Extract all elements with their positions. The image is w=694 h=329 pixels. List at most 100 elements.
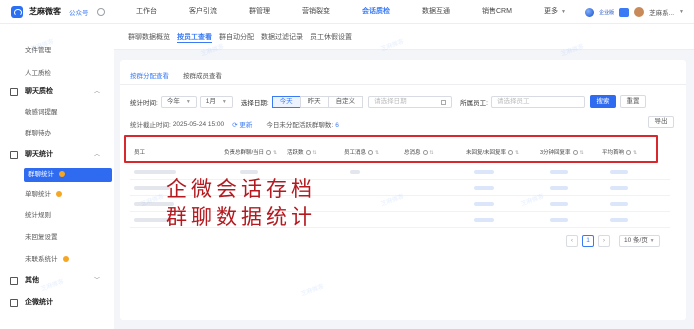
help-icon[interactable]: [508, 150, 514, 156]
year-select[interactable]: 今年 ▼: [160, 96, 197, 108]
chevron-down-icon: ▼: [185, 99, 191, 105]
blurred-cell: [610, 202, 628, 206]
pagination: ‹ 1 › 10 条/页 ▼: [566, 235, 660, 247]
pending-count[interactable]: 6: [335, 122, 339, 129]
date-option-today[interactable]: 今天: [271, 96, 301, 108]
top-right-area: 企业版 芝麻系... ▼: [585, 0, 684, 24]
column-header-label: 3分钟回复率: [540, 150, 571, 156]
page-size-select[interactable]: 10 条/页 ▼: [619, 235, 660, 247]
blurred-cell: [610, 218, 628, 222]
subtab-by-group-member[interactable]: 按群成员查看: [183, 70, 222, 80]
export-button[interactable]: 导出: [648, 116, 674, 128]
topnav-item-more[interactable]: 更多 ▼: [542, 0, 568, 24]
column-header-label: 负责总群聊/当日: [224, 150, 265, 156]
sidebar-group-label: 聊天统计: [25, 151, 53, 158]
time-label: 统计时间:: [130, 100, 158, 107]
logo[interactable]: 芝麻微客 公众号: [0, 5, 120, 18]
sidebar-group-chat-statistics[interactable]: 聊天统计 ︿: [0, 148, 114, 162]
tab-by-employee[interactable]: 按员工查看: [177, 32, 212, 42]
column-header-label: 总消息: [404, 150, 421, 156]
sort-icon[interactable]: ⇅: [375, 150, 379, 156]
help-icon[interactable]: [422, 150, 428, 156]
topnav-item-customer-acquisition[interactable]: 客户引流: [187, 0, 219, 24]
sidebar-item-no-reply-settings[interactable]: 未回复设置: [0, 231, 114, 245]
column-header-label: 员工消息: [344, 150, 367, 156]
other-icon: [10, 277, 18, 285]
topnav-item-workbench[interactable]: 工作台: [134, 0, 159, 24]
sidebar-item-single-statistics[interactable]: 单聊统计: [0, 188, 114, 202]
subtab-by-group-assignment[interactable]: 按群分配查看: [130, 70, 169, 80]
date-option-custom[interactable]: 自定义: [327, 96, 364, 108]
tab-data-filter-records[interactable]: 数据过滤记录: [261, 32, 303, 42]
chevron-up-icon: ︿: [93, 89, 100, 95]
user-name[interactable]: 芝麻系...: [649, 7, 674, 17]
sidebar-item-uncontacted-statistics[interactable]: 未联系统计: [0, 253, 114, 267]
staff-select-input[interactable]: 请选择员工: [490, 96, 585, 108]
topnav-item-session-inspection[interactable]: 会话质检: [360, 0, 392, 24]
tab-group-auto-assign[interactable]: 群自动分配: [219, 32, 254, 42]
column-header-employee-messages[interactable]: 员工消息 ⇅: [344, 148, 379, 156]
date-picker-input[interactable]: 请选择日期: [368, 96, 453, 108]
sort-icon[interactable]: ⇅: [430, 150, 434, 156]
sidebar-group-chat-inspection[interactable]: 聊天质检 ︿: [0, 85, 114, 99]
chevron-down-icon: ﹀: [93, 278, 100, 284]
sidebar-group-wecom-statistics[interactable]: 企微统计: [0, 296, 114, 310]
more-label: 更多: [543, 7, 558, 15]
help-icon[interactable]: [266, 150, 272, 156]
help-icon[interactable]: [572, 150, 578, 156]
content-card: 按群分配查看 按群成员查看 统计时间: 今年 ▼ 1月 ▼ 选择日期: 今天 昨天 …: [120, 60, 686, 320]
wecom-statistics-icon: [10, 299, 18, 307]
sidebar-item-file-management[interactable]: 文件管理: [0, 44, 114, 58]
topnav-item-data-sync[interactable]: 数据互通: [420, 0, 452, 24]
month-select[interactable]: 1月 ▼: [199, 96, 233, 108]
sort-icon[interactable]: ⇅: [580, 150, 584, 156]
date-option-yesterday[interactable]: 昨天: [299, 96, 329, 108]
chevron-up-icon: ︿: [93, 152, 100, 158]
refresh-button[interactable]: ⟳ 更新: [232, 119, 252, 129]
settings-icon[interactable]: [96, 7, 105, 16]
chevron-down-icon[interactable]: ▼: [679, 9, 684, 15]
prev-page-button[interactable]: ‹: [566, 235, 578, 247]
app-tag[interactable]: 公众号: [69, 7, 89, 17]
column-header-total-messages[interactable]: 总消息 ⇅: [404, 148, 434, 156]
help-icon[interactable]: [626, 150, 632, 156]
column-header-label: 活跃数: [287, 150, 304, 156]
reset-button[interactable]: 重置: [620, 95, 646, 108]
tab-employee-leave-settings[interactable]: 员工休假设置: [310, 32, 352, 42]
sidebar-item-statistics-rules[interactable]: 统计规则: [0, 209, 114, 223]
column-header-label: 未回复/未回复率: [466, 150, 507, 156]
page-number[interactable]: 1: [582, 235, 594, 247]
sort-icon[interactable]: ⇅: [515, 150, 519, 156]
column-header-no-reply[interactable]: 未回复/未回复率 ⇅: [466, 148, 519, 156]
column-header-3min-reply-rate[interactable]: 3分钟回复率 ⇅: [540, 148, 584, 156]
avatar[interactable]: [634, 7, 645, 17]
sort-icon[interactable]: ⇅: [633, 150, 637, 156]
help-icon[interactable]: [305, 150, 311, 156]
tab-group-overview[interactable]: 群聊数据概览: [128, 32, 170, 42]
sidebar-item-group-todo[interactable]: 群聊待办: [0, 127, 114, 141]
message-icon[interactable]: [619, 7, 630, 17]
sort-icon[interactable]: ⇅: [273, 150, 277, 156]
topnav-item-group-management[interactable]: 群管理: [247, 0, 272, 24]
blurred-cell: [610, 170, 628, 174]
help-icon[interactable]: [368, 150, 374, 156]
sidebar-item-group-statistics[interactable]: 群聊统计: [24, 168, 112, 182]
topnav-item-marketing[interactable]: 营销裂变: [300, 0, 332, 24]
topnav-item-sales-crm[interactable]: 销售CRM: [480, 0, 514, 24]
sort-icon[interactable]: ⇅: [313, 150, 317, 156]
blurred-cell: [550, 170, 568, 174]
date-label: 选择日期:: [240, 100, 269, 107]
column-header-total-groups[interactable]: 负责总群聊/当日 ⇅: [224, 148, 277, 156]
blurred-cell: [474, 218, 494, 222]
sidebar-item-sensitive-words[interactable]: 敏感词提醒: [0, 106, 114, 120]
blurred-cell: [474, 170, 494, 174]
sidebar-item-manual-inspection[interactable]: 人工质检: [0, 67, 114, 81]
refresh-label: 更新: [239, 122, 253, 129]
column-header-active-count[interactable]: 活跃数 ⇅: [287, 148, 317, 156]
next-page-button[interactable]: ›: [598, 235, 610, 247]
search-button[interactable]: 搜索: [590, 95, 616, 108]
blurred-cell: [350, 170, 360, 174]
column-header-avg-first-response[interactable]: 平均首响 ⇅: [602, 148, 637, 156]
globe-icon[interactable]: [585, 7, 595, 17]
chevron-down-icon: ▼: [560, 8, 566, 15]
